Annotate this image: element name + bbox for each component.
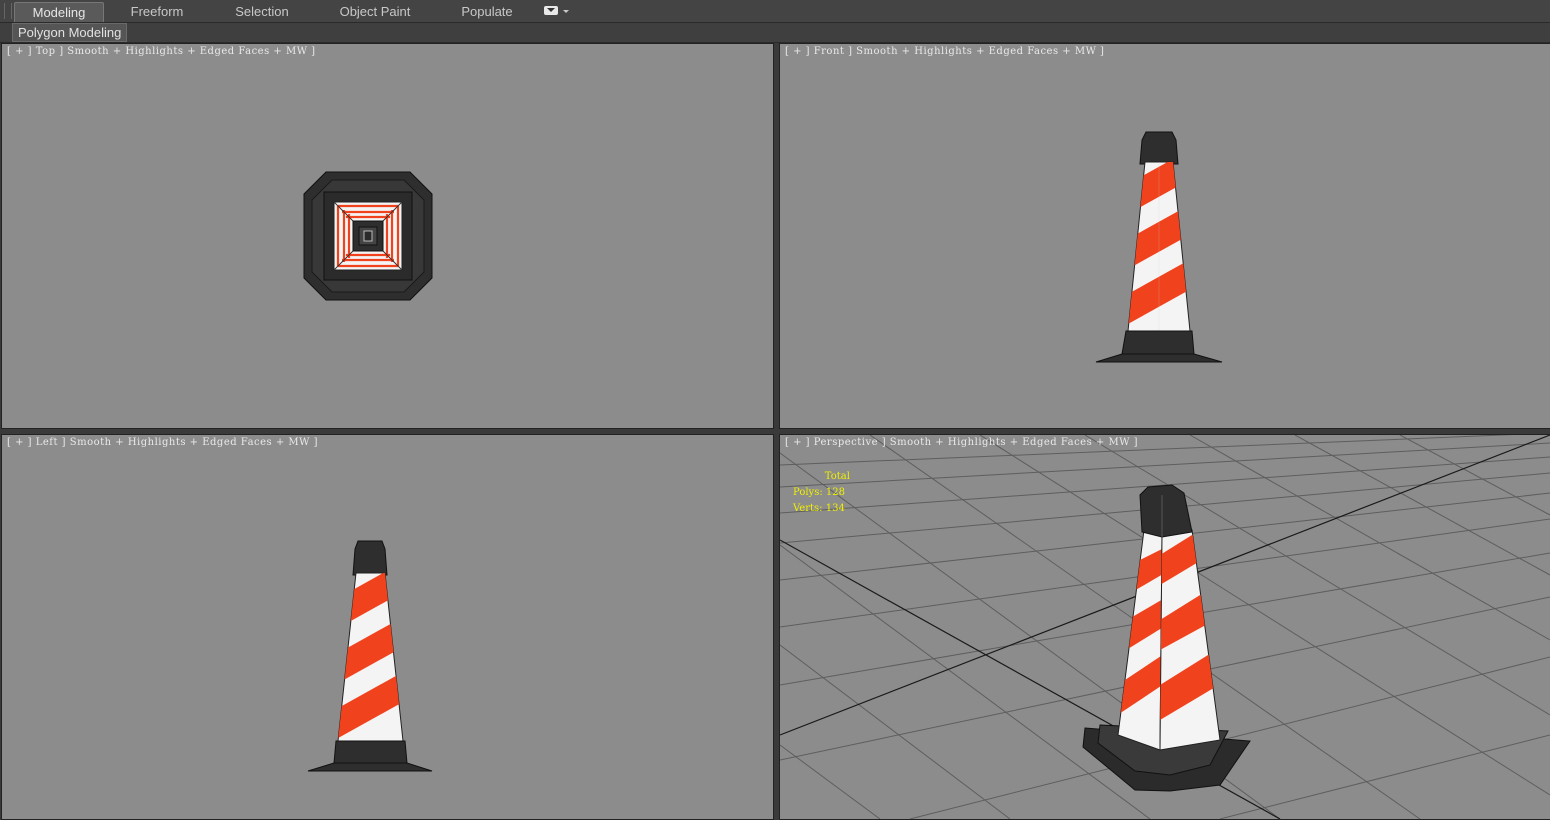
cone-front-view (1095, 131, 1223, 363)
cone-left-view (307, 540, 433, 772)
ribbon-panel: Polygon Modeling (0, 23, 1550, 43)
stats-verts: Verts: 134 (793, 503, 845, 514)
polygon-modeling-panel-button[interactable]: Polygon Modeling (12, 23, 128, 42)
tab-modeling[interactable]: Modeling (14, 2, 104, 22)
viewport-front[interactable]: [ + ] Front ] Smooth + Highlights + Edge… (779, 43, 1550, 429)
perspective-scene (780, 435, 1550, 819)
chevron-down-icon[interactable] (563, 10, 569, 13)
viewport-label-perspective[interactable]: [ + ] Perspective ] Smooth + Highlights … (785, 437, 1138, 448)
viewport-top[interactable]: [ + ] Top ] Smooth + Highlights + Edged … (1, 43, 774, 429)
ribbon-options-icon[interactable] (544, 6, 558, 15)
viewport-left[interactable]: [ + ] Left ] Smooth + Highlights + Edged… (1, 434, 774, 820)
cone-top-view (303, 171, 433, 301)
stats-header: Total (824, 471, 850, 482)
tab-object-paint[interactable]: Object Paint (330, 2, 420, 21)
viewport-label-left[interactable]: [ + ] Left ] Smooth + Highlights + Edged… (7, 437, 318, 448)
viewport-label-top[interactable]: [ + ] Top ] Smooth + Highlights + Edged … (7, 46, 316, 57)
stats-polys: Polys: 128 (793, 487, 845, 498)
statistics-overlay: Total Polys: 128 Verts: 134 (793, 469, 850, 517)
ribbon-tab-bar: Modeling Freeform Selection Object Paint… (0, 0, 1550, 23)
tab-selection[interactable]: Selection (222, 2, 302, 21)
ribbon-grip-handle[interactable] (4, 3, 12, 19)
viewport-label-front[interactable]: [ + ] Front ] Smooth + Highlights + Edge… (785, 46, 1104, 57)
viewport-perspective[interactable]: [ + ] Perspective ] Smooth + Highlights … (779, 434, 1550, 820)
tab-populate[interactable]: Populate (452, 2, 522, 21)
tab-freeform[interactable]: Freeform (120, 2, 194, 21)
